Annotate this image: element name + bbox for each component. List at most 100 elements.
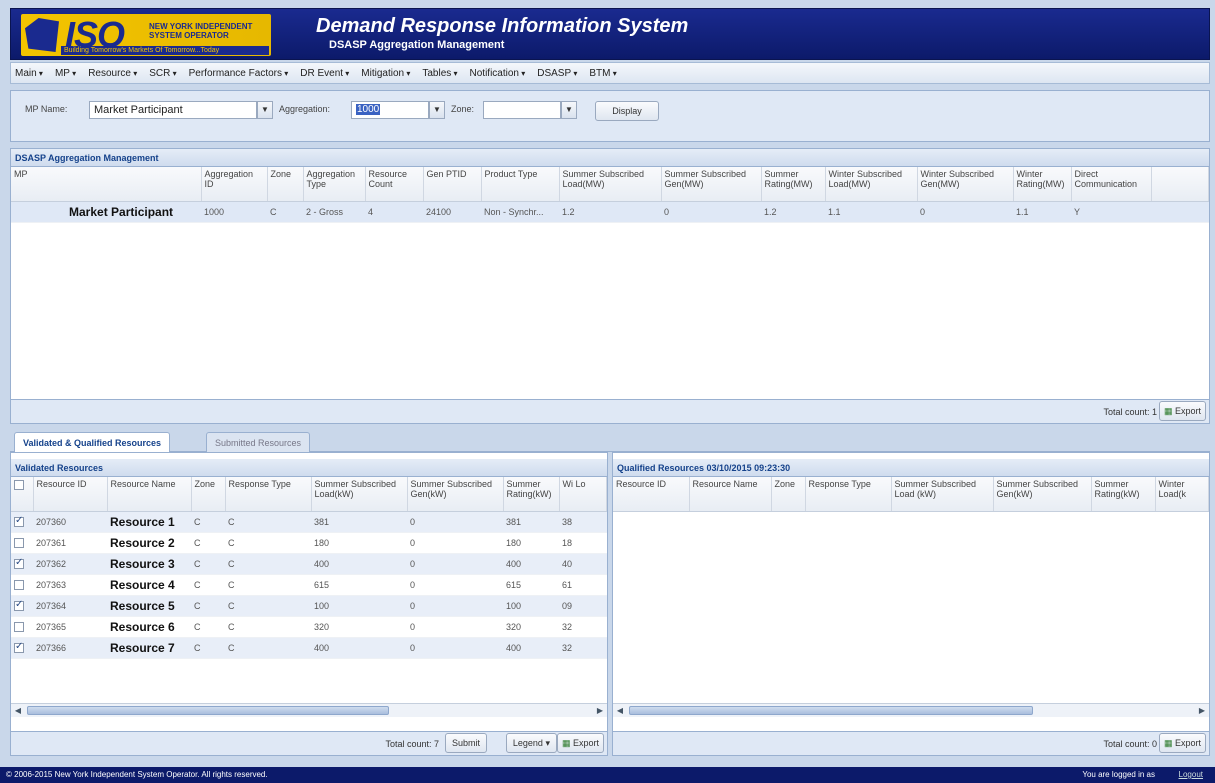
table-row[interactable]: Market Participant 1000 C 2 - Gross 4 24… bbox=[11, 201, 1209, 223]
row-checkbox[interactable] bbox=[14, 641, 24, 653]
cell-winter-load: 09 bbox=[559, 595, 607, 617]
cell-winter-rating: 1.1 bbox=[1013, 201, 1071, 223]
row-checkbox-cell[interactable] bbox=[11, 511, 33, 533]
scrollbar-thumb[interactable] bbox=[629, 706, 1033, 715]
col-summer-subscribed-load[interactable]: Summer Subscribed Load(MW) bbox=[559, 167, 662, 202]
logout-link[interactable]: Logout bbox=[1179, 767, 1203, 783]
table-row[interactable]: 207360Resource 1CC381038138 bbox=[11, 511, 607, 533]
col-select-all[interactable] bbox=[11, 477, 34, 512]
display-button[interactable]: Display bbox=[595, 101, 659, 121]
legend-button[interactable]: Legend ▾ bbox=[505, 733, 557, 753]
validated-grid: Resource ID Resource Name Zone Response … bbox=[11, 477, 607, 659]
row-checkbox-cell[interactable] bbox=[11, 553, 33, 575]
mp-name-select[interactable]: Market Participant bbox=[89, 101, 257, 119]
col-resource-name[interactable]: Resource Name bbox=[107, 477, 192, 512]
col-winter-load[interactable]: Wi Lo bbox=[559, 477, 607, 512]
mp-name-dropdown-icon[interactable]: ▼ bbox=[257, 101, 273, 119]
aggregation-value: 1000 bbox=[356, 104, 381, 115]
zone-select[interactable] bbox=[483, 101, 561, 119]
validated-export-button[interactable]: ▦ Export bbox=[556, 733, 604, 753]
cell-resource-name: Resource 7 bbox=[107, 637, 191, 659]
col-zone[interactable]: Zone bbox=[267, 167, 304, 202]
menu-notification[interactable]: Notification bbox=[470, 68, 526, 79]
col-summer-subscribed-load[interactable]: Summer Subscribed Load (kW) bbox=[891, 477, 994, 512]
row-checkbox-cell[interactable] bbox=[11, 595, 33, 617]
scrollbar-thumb[interactable] bbox=[27, 706, 389, 715]
row-checkbox[interactable] bbox=[14, 557, 24, 569]
row-checkbox-cell[interactable] bbox=[11, 532, 33, 554]
col-resource-id[interactable]: Resource ID bbox=[613, 477, 690, 512]
row-checkbox[interactable] bbox=[14, 579, 24, 590]
menu-performance-factors[interactable]: Performance Factors bbox=[189, 68, 289, 79]
zone-dropdown-icon[interactable]: ▼ bbox=[561, 101, 577, 119]
cell-summer-subscribed-load: 615 bbox=[311, 574, 407, 596]
row-checkbox-cell[interactable] bbox=[11, 616, 33, 638]
table-row[interactable]: 207366Resource 7CC400040032 bbox=[11, 637, 607, 659]
menu-scr[interactable]: SCR bbox=[149, 68, 176, 79]
aggregation-select[interactable]: 1000 bbox=[351, 101, 429, 119]
col-summer-rating[interactable]: Summer Rating(MW) bbox=[761, 167, 826, 202]
col-aggregation-type[interactable]: Aggregation Type bbox=[303, 167, 366, 202]
tab-validated-qualified[interactable]: Validated & Qualified Resources bbox=[14, 432, 171, 452]
col-winter-subscribed-load[interactable]: Winter Subscribed Load(MW) bbox=[825, 167, 918, 202]
qualified-export-button[interactable]: ▦ Export bbox=[1158, 733, 1206, 753]
col-winter-rating[interactable]: Winter Rating(MW) bbox=[1013, 167, 1072, 202]
row-checkbox-cell[interactable] bbox=[11, 637, 33, 659]
row-checkbox[interactable] bbox=[14, 621, 24, 632]
cell-summer-rating: 400 bbox=[503, 637, 559, 659]
qualified-horizontal-scrollbar[interactable]: ◀ ▶ bbox=[613, 703, 1209, 717]
page-subtitle: DSASP Aggregation Management bbox=[329, 39, 505, 51]
app-title: Demand Response Information System bbox=[316, 15, 689, 37]
col-resource-id[interactable]: Resource ID bbox=[33, 477, 108, 512]
col-summer-subscribed-load[interactable]: Summer Subscribed Load(kW) bbox=[311, 477, 408, 512]
scroll-left-icon[interactable]: ◀ bbox=[11, 704, 25, 718]
col-summer-subscribed-gen[interactable]: Summer Subscribed Gen(MW) bbox=[661, 167, 762, 202]
col-winter-subscribed-gen[interactable]: Winter Subscribed Gen(MW) bbox=[917, 167, 1014, 202]
scroll-left-icon[interactable]: ◀ bbox=[613, 704, 627, 718]
aggregation-export-button[interactable]: ▦ Export bbox=[1158, 401, 1206, 421]
scroll-right-icon[interactable]: ▶ bbox=[1195, 704, 1209, 718]
menu-btm[interactable]: BTM bbox=[589, 68, 616, 79]
scroll-right-icon[interactable]: ▶ bbox=[593, 704, 607, 718]
table-row[interactable]: 207363 Resource 4 C C 615 0 615 61 bbox=[11, 574, 607, 596]
menu-dr-event[interactable]: DR Event bbox=[300, 68, 349, 79]
aggregation-dropdown-icon[interactable]: ▼ bbox=[429, 101, 445, 119]
validated-horizontal-scrollbar[interactable]: ◀ ▶ bbox=[11, 703, 607, 717]
col-summer-subscribed-gen[interactable]: Summer Subscribed Gen(kW) bbox=[407, 477, 504, 512]
col-summer-subscribed-gen[interactable]: Summer Subscribed Gen(kW) bbox=[993, 477, 1092, 512]
col-winter-load[interactable]: Winter Load(k bbox=[1155, 477, 1209, 512]
col-zone[interactable]: Zone bbox=[771, 477, 806, 512]
table-row[interactable]: 207365 Resource 6 C C 320 0 320 32 bbox=[11, 616, 607, 638]
menu-mitigation[interactable]: Mitigation bbox=[361, 68, 410, 79]
row-checkbox[interactable] bbox=[14, 599, 24, 611]
row-checkbox[interactable] bbox=[14, 515, 24, 527]
submit-button[interactable]: Submit bbox=[444, 733, 487, 753]
col-response-type[interactable]: Response Type bbox=[805, 477, 892, 512]
col-zone[interactable]: Zone bbox=[191, 477, 226, 512]
col-mp[interactable]: MP bbox=[11, 167, 202, 202]
col-resource-count[interactable]: Resource Count bbox=[365, 167, 424, 202]
col-response-type[interactable]: Response Type bbox=[225, 477, 312, 512]
table-row[interactable]: 207362Resource 3CC400040040 bbox=[11, 553, 607, 575]
table-row[interactable]: 207364Resource 5CC100010009 bbox=[11, 595, 607, 617]
cell-summer-rating: 320 bbox=[503, 616, 559, 638]
menu-tables[interactable]: Tables bbox=[422, 68, 457, 79]
col-gen-ptid[interactable]: Gen PTID bbox=[423, 167, 482, 202]
menu-mp[interactable]: MP bbox=[55, 68, 76, 79]
menu-dsasp[interactable]: DSASP bbox=[537, 68, 577, 79]
menu-resource[interactable]: Resource bbox=[88, 68, 137, 79]
cell-summer-subscribed-gen: 0 bbox=[661, 201, 761, 223]
col-direct-communication[interactable]: Direct Communication bbox=[1071, 167, 1152, 202]
tab-submitted-resources[interactable]: Submitted Resources bbox=[206, 432, 311, 452]
col-summer-rating[interactable]: Summer Rating(kW) bbox=[503, 477, 560, 512]
cell-resource-name: Resource 4 bbox=[107, 574, 191, 596]
row-checkbox[interactable] bbox=[14, 537, 24, 548]
col-aggregation-id[interactable]: Aggregation ID bbox=[201, 167, 268, 202]
menu-main[interactable]: Main bbox=[15, 68, 43, 79]
table-row[interactable]: 207361 Resource 2 C C 180 0 180 18 bbox=[11, 532, 607, 554]
select-all-checkbox[interactable] bbox=[14, 479, 24, 490]
col-summer-rating[interactable]: Summer Rating(kW) bbox=[1091, 477, 1156, 512]
col-resource-name[interactable]: Resource Name bbox=[689, 477, 772, 512]
row-checkbox-cell[interactable] bbox=[11, 574, 33, 596]
col-product-type[interactable]: Product Type bbox=[481, 167, 560, 202]
